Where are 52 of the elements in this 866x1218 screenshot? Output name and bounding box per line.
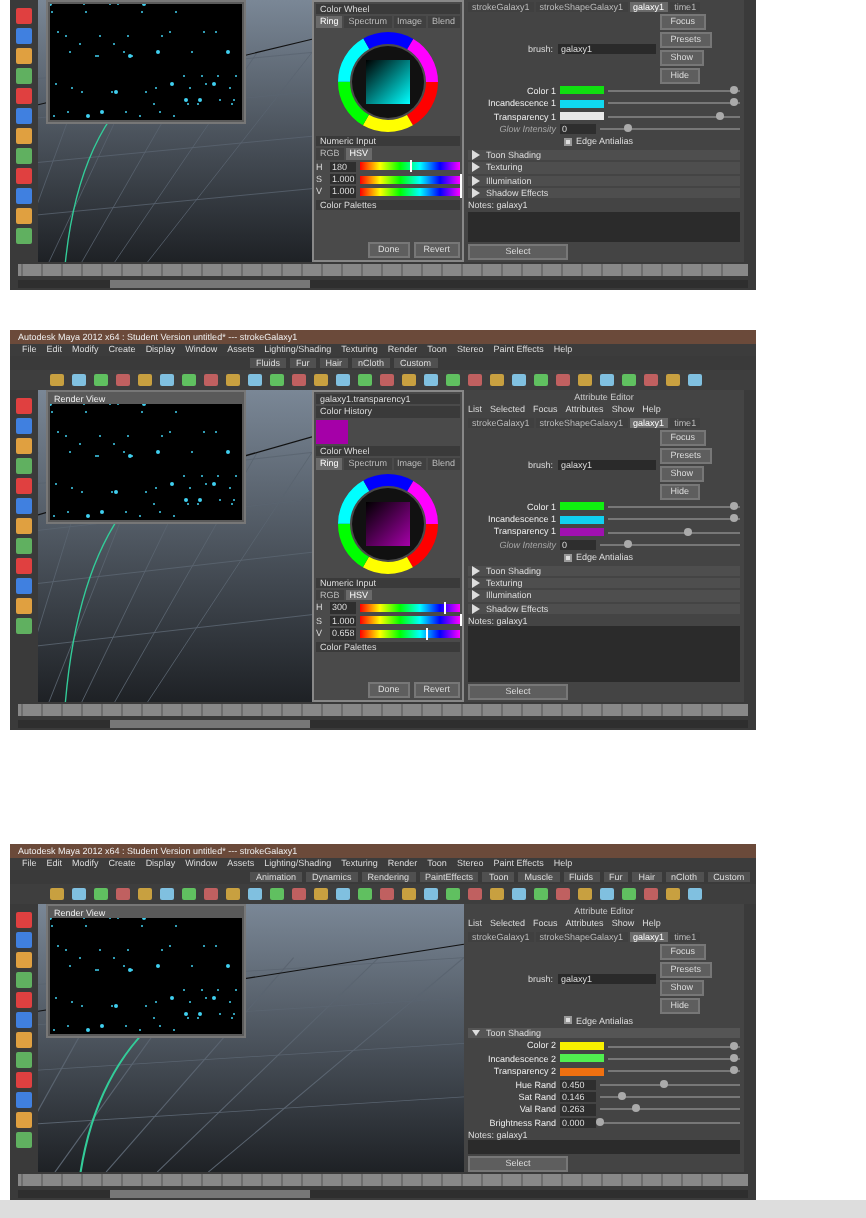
caret-icon[interactable]	[472, 175, 480, 185]
color-swatch[interactable]	[560, 112, 604, 121]
slider-thumb[interactable]	[729, 1066, 738, 1075]
color-swatch[interactable]	[560, 1042, 604, 1051]
caret-icon[interactable]	[472, 590, 480, 601]
color-swatch[interactable]	[560, 528, 604, 537]
channel-slider[interactable]	[360, 629, 460, 638]
time-slider-drawing[interactable]	[10, 702, 756, 730]
slider-thumb[interactable]	[596, 1117, 604, 1126]
color-history-swatch	[316, 419, 348, 444]
color-swatch[interactable]	[560, 1067, 604, 1076]
slider-thumb[interactable]	[617, 1092, 625, 1101]
color-swatch[interactable]	[560, 86, 604, 95]
color-swatch[interactable]	[560, 1054, 604, 1063]
caret-icon[interactable]	[472, 1027, 480, 1038]
checkbox[interactable]	[564, 138, 572, 147]
channel-slider[interactable]	[360, 616, 460, 625]
tool-box-drawing[interactable]	[10, 904, 38, 1172]
tool-box-drawing[interactable]	[10, 390, 38, 702]
slider-thumb[interactable]	[729, 501, 738, 510]
tool-box-drawing[interactable]	[10, 0, 38, 262]
channel-slider[interactable]	[360, 175, 460, 184]
caret-icon[interactable]	[472, 565, 480, 575]
checkbox[interactable]	[564, 553, 572, 562]
time-slider-drawing[interactable]	[10, 1172, 756, 1200]
slider-thumb[interactable]	[632, 1104, 641, 1113]
slider-thumb[interactable]	[683, 527, 692, 536]
caret-icon[interactable]	[472, 187, 480, 198]
caret-icon[interactable]	[472, 577, 480, 588]
caret-icon[interactable]	[472, 162, 480, 173]
channel-slider[interactable]	[360, 188, 460, 197]
color-swatch[interactable]	[560, 515, 604, 524]
color-wheel-drawing[interactable]	[336, 471, 440, 576]
color-swatch[interactable]	[560, 502, 604, 511]
caret-icon[interactable]	[472, 149, 480, 160]
checkbox[interactable]	[564, 1016, 572, 1025]
scrollbar-track[interactable]	[0, 1200, 866, 1218]
slider-thumb[interactable]	[729, 1053, 738, 1062]
shelf-icons-drawing[interactable]	[10, 370, 756, 390]
slider-thumb[interactable]	[729, 98, 738, 107]
time-slider-drawing[interactable]	[10, 262, 756, 290]
slider-thumb[interactable]	[716, 111, 725, 120]
slider-thumb[interactable]	[729, 85, 738, 94]
slider-thumb[interactable]	[729, 1041, 738, 1050]
shelf-icons-drawing[interactable]	[10, 884, 756, 904]
channel-slider[interactable]	[360, 604, 460, 613]
caret-icon[interactable]	[472, 603, 480, 614]
color-swatch[interactable]	[560, 99, 604, 108]
color-wheel-drawing[interactable]	[336, 29, 440, 134]
slider-thumb[interactable]	[729, 514, 738, 523]
slider-thumb[interactable]	[659, 1079, 667, 1088]
channel-slider[interactable]	[360, 162, 460, 171]
